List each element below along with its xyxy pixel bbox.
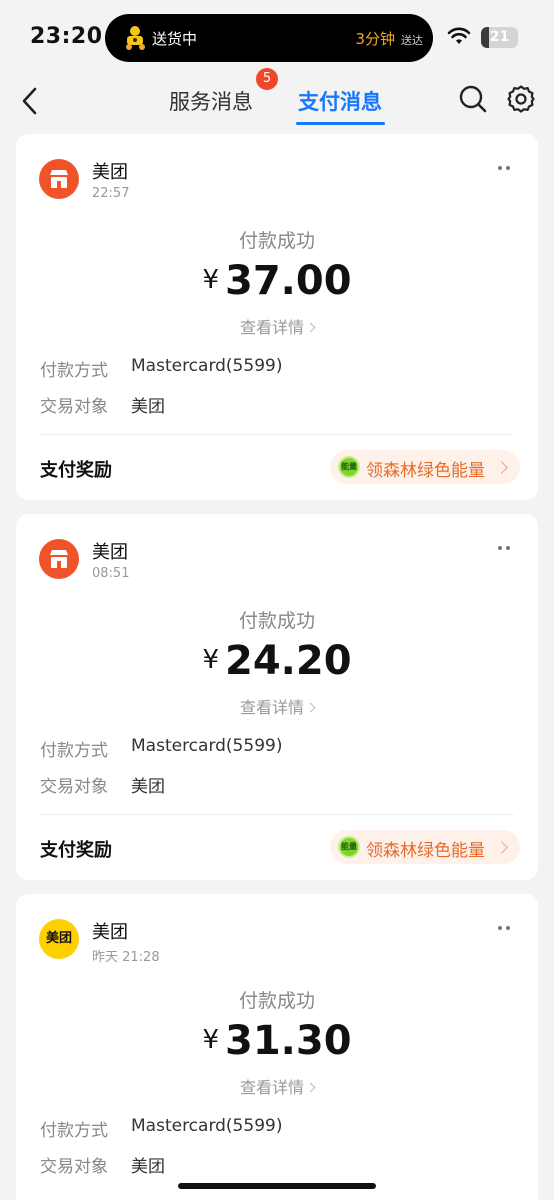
payment-amount: 31.30: [225, 1018, 352, 1064]
more-icon[interactable]: [498, 164, 516, 172]
view-details-link[interactable]: 查看详情: [16, 314, 538, 338]
payment-status: 付款成功: [238, 230, 315, 252]
chevron-right-icon: [305, 322, 316, 333]
delivery-eta-suffix: 送达: [401, 34, 423, 47]
battery-indicator: 21: [481, 27, 518, 48]
payment-message-card[interactable]: 美团 美团 昨天 21:28 付款成功 ¥31.30 查看详情 付款方式 Mas…: [16, 894, 538, 1200]
message-time: 22:57: [92, 186, 130, 201]
payment-message-card[interactable]: 美团 08:51 付款成功 ¥24.20 查看详情 付款方式 Mastercar…: [16, 514, 538, 880]
view-details-label: 查看详情: [239, 1078, 304, 1097]
unread-badge: 5: [256, 68, 278, 90]
back-icon[interactable]: [18, 86, 42, 116]
message-time: 昨天 21:28: [92, 950, 160, 965]
counterparty-label: 交易对象: [40, 397, 108, 417]
more-icon[interactable]: [498, 544, 516, 552]
merchant-logo: 美团: [39, 919, 79, 959]
amount-row: ¥24.20: [16, 638, 538, 684]
claim-energy-label: 领森林绿色能量: [366, 841, 485, 861]
view-details-label: 查看详情: [239, 318, 304, 337]
chevron-right-icon: [495, 461, 508, 474]
payment-status: 付款成功: [238, 990, 315, 1012]
home-indicator[interactable]: [178, 1183, 376, 1189]
claim-energy-button[interactable]: 能量 领森林绿色能量: [330, 450, 520, 484]
search-icon[interactable]: [458, 84, 488, 114]
merchant-name: 美团: [92, 542, 128, 563]
delivery-eta: 3分钟: [355, 30, 395, 48]
battery-level: 21: [489, 29, 510, 45]
delivery-status: 送货中: [152, 30, 198, 48]
status-bar: 23:20 送货中 3分钟 送达 21: [0, 0, 554, 74]
currency-symbol: ¥: [202, 265, 219, 295]
payment-amount: 37.00: [225, 258, 352, 304]
merchant-logo: [39, 539, 79, 579]
energy-icon: 能量: [338, 836, 360, 858]
wifi-icon: [447, 27, 471, 44]
chevron-right-icon: [495, 841, 508, 854]
payment-status: 付款成功: [238, 610, 315, 632]
currency-symbol: ¥: [202, 645, 219, 675]
reward-label: 支付奖励: [40, 840, 112, 861]
amount-row: ¥37.00: [16, 258, 538, 304]
payment-method-label: 付款方式: [40, 361, 108, 381]
payment-method-label: 付款方式: [40, 1121, 108, 1141]
payment-method-value: Mastercard(5599): [131, 736, 283, 756]
reward-label: 支付奖励: [40, 460, 112, 481]
counterparty-value: 美团: [131, 397, 165, 417]
dynamic-island[interactable]: 送货中 3分钟 送达: [105, 14, 433, 62]
currency-symbol: ¥: [202, 1025, 219, 1055]
message-time: 08:51: [92, 566, 130, 581]
payment-amount: 24.20: [225, 638, 352, 684]
tab-payment-messages[interactable]: 支付消息: [298, 86, 382, 116]
claim-energy-label: 领森林绿色能量: [366, 461, 485, 481]
payment-method-value: Mastercard(5599): [131, 1116, 283, 1136]
payment-method-value: Mastercard(5599): [131, 356, 283, 376]
merchant-logo: [39, 159, 79, 199]
merchant-name: 美团: [92, 922, 128, 943]
divider: [40, 434, 514, 435]
chevron-right-icon: [305, 1082, 316, 1093]
nav-bar: 服务消息 5 支付消息: [0, 68, 554, 130]
shop-icon: [50, 170, 68, 188]
status-time: 23:20: [30, 24, 103, 49]
counterparty-value: 美团: [131, 777, 165, 797]
view-details-link[interactable]: 查看详情: [16, 1074, 538, 1098]
payment-method-label: 付款方式: [40, 741, 108, 761]
gear-icon[interactable]: [506, 84, 536, 114]
chevron-right-icon: [305, 702, 316, 713]
view-details-label: 查看详情: [239, 698, 304, 717]
counterparty-label: 交易对象: [40, 1157, 108, 1177]
view-details-link[interactable]: 查看详情: [16, 694, 538, 718]
claim-energy-button[interactable]: 能量 领森林绿色能量: [330, 830, 520, 864]
counterparty-label: 交易对象: [40, 777, 108, 797]
counterparty-value: 美团: [131, 1157, 165, 1177]
merchant-name: 美团: [92, 162, 128, 183]
amount-row: ¥31.30: [16, 1018, 538, 1064]
delivery-rider-icon: [126, 26, 145, 50]
more-icon[interactable]: [498, 924, 516, 932]
tab-service-messages[interactable]: 服务消息: [169, 86, 253, 116]
shop-icon: [50, 550, 68, 568]
active-tab-underline: [296, 122, 385, 125]
divider: [40, 814, 514, 815]
payment-message-card[interactable]: 美团 22:57 付款成功 ¥37.00 查看详情 付款方式 Mastercar…: [16, 134, 538, 500]
energy-icon: 能量: [338, 456, 360, 478]
